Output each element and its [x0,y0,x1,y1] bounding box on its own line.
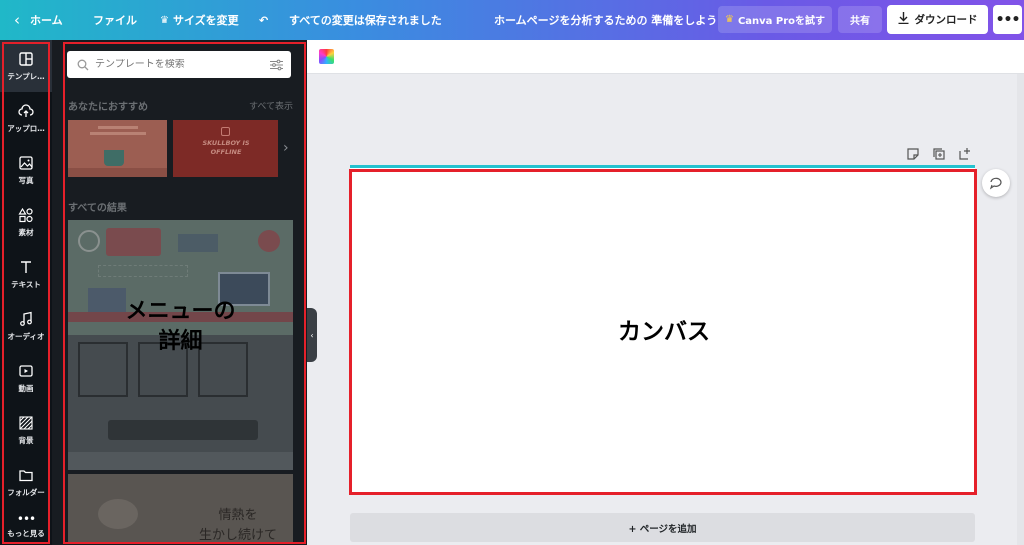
rail-item-folders[interactable]: フォルダー [0,456,52,508]
page-actions [906,147,972,161]
rail-item-audio[interactable]: オーディオ [0,300,52,352]
background-icon [19,415,33,430]
rail-label: もっと見る [7,529,45,538]
rail-label: テンプレ… [7,71,45,81]
menu-detail-annotation: メニューの 詳細 [68,297,293,357]
rail-label: フォルダー [7,487,45,497]
collapse-panel-handle[interactable]: ‹ [307,308,317,362]
search-icon [77,59,89,70]
rail-label: 動画 [18,383,34,393]
document-title[interactable]: ホームページを分析するための 準備をしよう [494,0,717,40]
folder-icon [19,469,33,481]
crown-icon: ♛ [724,14,734,25]
audio-icon [20,311,32,326]
photo-icon [19,155,33,170]
more-icon: ••• [16,512,36,526]
download-icon [898,12,909,27]
rail-item-photos[interactable]: 写真 [0,144,52,196]
rail-item-elements[interactable]: 素材 [0,196,52,248]
elements-icon [18,207,33,222]
try-pro-button[interactable]: ♛ Canva Proを試す [718,6,832,33]
annotation-line: メニューの [125,299,236,324]
rail-item-templates[interactable]: テンプレ… [0,40,52,92]
thumb-caption: 生かし続けて [198,528,277,543]
side-rail: テンプレ… アップロ… 写真 素材 テキスト オーディオ 動画 背景 フォルダー… [0,40,52,545]
rail-label: 写真 [18,175,34,185]
annotation-line: 詳細 [158,329,203,354]
rail-label: オーディオ [7,331,45,341]
top-bar: ‹ ホーム ファイル ♛ サイズを変更 ↶ すべての変更は保存されました ホーム… [0,0,1024,40]
chevron-left-icon: ‹ [310,330,314,340]
comment-icon [989,177,1002,190]
save-status: すべての変更は保存されました [289,14,442,27]
thumb-caption: 情熱を [218,508,258,523]
recommended-template-thumb[interactable]: SKULLBOY IS OFFLINE [173,120,278,177]
rail-label: 背景 [18,435,34,445]
rail-item-background[interactable]: 背景 [0,404,52,456]
undo-button[interactable]: ↶ [259,0,268,40]
rail-item-text[interactable]: テキスト [0,248,52,300]
workspace-scrollbar[interactable] [1017,74,1024,545]
rail-item-uploads[interactable]: アップロ… [0,92,52,144]
file-menu-button[interactable]: ファイル [93,0,137,40]
page-notes-icon[interactable] [906,147,920,161]
share-button[interactable]: 共有 [838,6,882,33]
show-all-link[interactable]: すべて表示 [249,99,293,112]
download-label: ダウンロード [914,14,978,26]
chevron-left-icon: ‹ [14,11,20,29]
all-results-heading: すべての結果 [68,203,127,214]
video-icon [19,364,33,377]
rail-label: 素材 [18,227,34,237]
canvas-annotation: カンバス [618,319,710,345]
add-page-icon[interactable] [958,147,972,161]
rail-label: アップロ… [7,123,45,133]
download-button[interactable]: ダウンロード [887,5,988,34]
rail-item-more[interactable]: ••• もっと見る [0,508,52,545]
template-icon [19,51,33,66]
add-page-button[interactable]: + ページを追加 [350,513,975,542]
more-options-button[interactable]: ••• [993,5,1022,34]
crown-icon: ♛ [160,14,169,26]
comment-button[interactable] [982,169,1010,197]
duplicate-page-icon[interactable] [932,147,946,161]
resize-button[interactable]: ♛ サイズを変更 [160,0,239,40]
chevron-right-icon[interactable]: › [283,140,289,156]
try-pro-label: Canva Proを試す [737,16,826,27]
filter-icon[interactable] [270,59,283,71]
text-icon [21,260,31,273]
recommended-heading: あなたにおすすめ [68,102,148,113]
home-button[interactable]: ‹ ホーム [14,0,63,40]
upload-icon [18,103,34,117]
template-search-input[interactable] [95,59,270,70]
editor-toolbar [307,40,1024,74]
resize-label: サイズを変更 [172,14,239,27]
recommended-template-thumb[interactable] [68,120,167,177]
result-template-thumb[interactable]: 情熱を 生かし続けて [68,474,293,544]
template-search-box[interactable] [67,51,291,78]
color-picker-icon[interactable] [319,49,334,64]
home-label: ホーム [30,14,63,27]
undo-icon: ↶ [259,13,269,27]
rail-label: テキスト [11,279,41,289]
rail-item-video[interactable]: 動画 [0,352,52,404]
thumb-caption: SKULLBOY IS OFFLINE [202,139,250,156]
